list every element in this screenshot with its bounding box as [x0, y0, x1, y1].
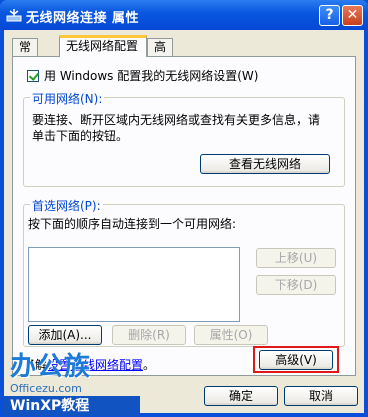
properties-window: 无线网络连接 属性 ? ✕ 常规 无线网络配置 高级 用 Windows 配置我… — [0, 0, 368, 417]
watermark-brand: 办公族 — [10, 352, 92, 382]
properties-button[interactable]: 属性(O) — [194, 325, 268, 345]
move-down-button[interactable]: 下移(D) — [256, 275, 336, 295]
description-line-1: 要连接、断开区域内无线网络或查找有关更多信息，请 — [32, 113, 321, 127]
watermark-logo: 办公族 Officezu.com WinXP教程 — [0, 342, 150, 417]
windows-config-row[interactable]: 用 Windows 配置我的无线网络设置(W) — [27, 67, 258, 84]
tab-general[interactable]: 常规 — [12, 38, 39, 71]
close-button[interactable]: ✕ — [342, 5, 363, 26]
windows-config-checkbox[interactable] — [27, 69, 39, 82]
view-wireless-networks-button[interactable]: 查看无线网络 — [200, 154, 330, 174]
preferred-networks-group: 首选网络(P): 按下面的顺序自动连接到一个可用网络: 上移(U) 下移(D) … — [23, 197, 345, 347]
available-networks-group: 可用网络(N): 要连接、断开区域内无线网络或查找有关更多信息，请 单击下面的按… — [23, 90, 345, 187]
available-networks-legend: 可用网络(N): — [30, 90, 105, 107]
help-button[interactable]: ? — [319, 5, 340, 26]
watermark-banner: WinXP教程 — [4, 396, 140, 416]
description-line-2: 单击下面的按钮。 — [32, 129, 129, 143]
network-icon — [6, 9, 22, 22]
tab-advanced[interactable]: 高级 — [147, 38, 174, 71]
window-title: 无线网络连接 属性 — [26, 11, 140, 26]
advanced-button[interactable]: 高级(V) — [259, 350, 333, 370]
preferred-networks-list[interactable] — [28, 247, 240, 322]
move-up-button[interactable]: 上移(U) — [256, 248, 336, 268]
available-networks-description: 要连接、断开区域内无线网络或查找有关更多信息，请 单击下面的按钮。 — [32, 112, 342, 144]
tab-wireless-config[interactable]: 无线网络配置 — [59, 35, 147, 57]
windows-config-label: 用 Windows 配置我的无线网络设置(W) — [44, 69, 259, 83]
preferred-networks-legend: 首选网络(P): — [30, 197, 103, 214]
title-bar[interactable]: 无线网络连接 属性 ? ✕ — [0, 0, 368, 30]
cancel-button[interactable]: 取消 — [284, 386, 358, 406]
watermark-site: Officezu.com — [10, 382, 82, 395]
tab-panel: 用 Windows 配置我的无线网络设置(W) 可用网络(N): 要连接、断开区… — [12, 56, 356, 376]
ok-button[interactable]: 确定 — [204, 386, 278, 406]
preferred-networks-description: 按下面的顺序自动连接到一个可用网络: — [28, 217, 237, 231]
